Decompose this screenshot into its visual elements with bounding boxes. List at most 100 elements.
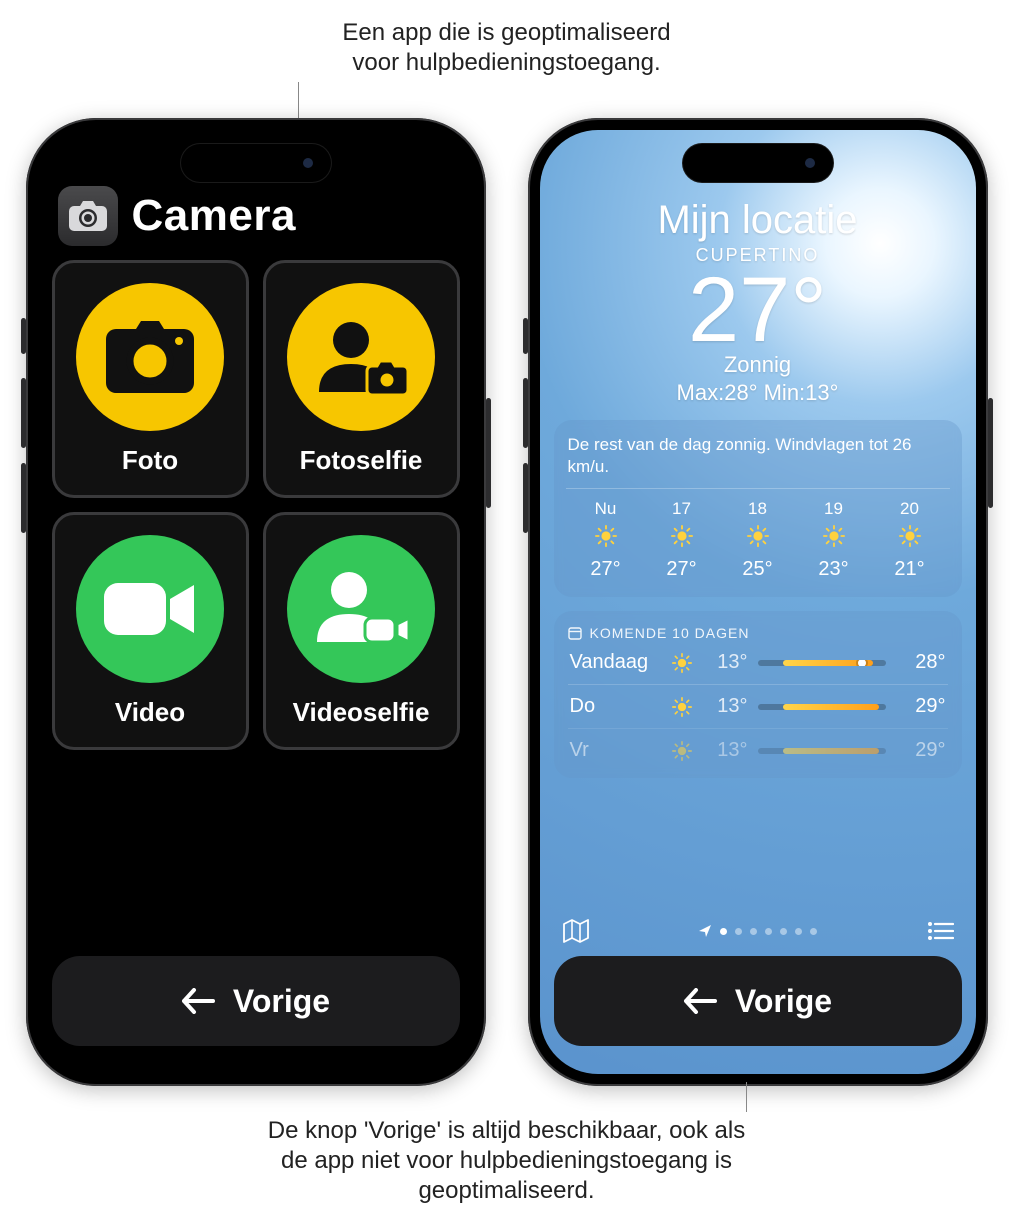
sun-icon	[595, 525, 617, 547]
hour-time: 17	[644, 499, 720, 519]
hour-cell: 17 27°	[644, 499, 720, 581]
temp-bar	[758, 704, 886, 710]
tile-label: Video	[115, 697, 185, 728]
side-button	[486, 398, 491, 508]
sun-icon	[671, 525, 693, 547]
sun-icon	[672, 697, 692, 717]
camera-app-icon	[58, 186, 118, 246]
side-button	[21, 318, 26, 354]
temp-bar	[758, 748, 886, 754]
hour-temp: 27°	[644, 558, 720, 581]
leader-line-bottom	[746, 1082, 747, 1112]
hourly-summary: De rest van de dag zonnig. Windvlagen to…	[568, 434, 948, 478]
day-high: 29°	[896, 695, 946, 718]
day-low: 13°	[702, 739, 748, 762]
arrow-left-icon	[683, 988, 717, 1014]
tile-foto[interactable]: Foto	[52, 260, 249, 498]
weather-background: Mijn locatie CUPERTINO 27° Zonnig Max:28…	[540, 130, 976, 1074]
temp-range: Max:28° Min:13°	[540, 380, 976, 406]
daily-row[interactable]: Vandaag 13° 28°	[568, 641, 948, 684]
back-label: Vorige	[233, 983, 330, 1020]
sun-icon	[747, 525, 769, 547]
weather-bottom-bar	[540, 918, 976, 944]
day-low: 13°	[702, 695, 748, 718]
day-label: Do	[570, 695, 662, 718]
hour-temp: 25°	[720, 558, 796, 581]
daily-title: KOMENDE 10 DAGEN	[568, 625, 948, 641]
page-dot	[765, 928, 772, 935]
camera-title: Camera	[132, 191, 296, 241]
page-dot	[735, 928, 742, 935]
page-dot	[810, 928, 817, 935]
sun-icon	[672, 741, 692, 761]
sun-icon	[899, 525, 921, 547]
tile-label: Fotoselfie	[300, 445, 423, 476]
sun-icon	[672, 653, 692, 673]
side-button	[21, 378, 26, 448]
tile-video[interactable]: Video	[52, 512, 249, 750]
sun-icon	[823, 525, 845, 547]
callout-top: Een app die is geoptimaliseerdvoor hulpb…	[0, 18, 1013, 78]
hour-temp: 23°	[796, 558, 872, 581]
current-condition: Zonnig	[540, 352, 976, 378]
daily-row[interactable]: Do 13° 29°	[568, 684, 948, 728]
hour-time: 19	[796, 499, 872, 519]
divider	[566, 488, 950, 489]
page-dot	[720, 928, 727, 935]
map-icon[interactable]	[562, 918, 590, 944]
location-arrow-icon	[698, 924, 712, 938]
temp-bar	[758, 660, 886, 666]
daily-rows: Vandaag 13° 28° Do 13° 29° Vr	[568, 641, 948, 772]
screen-weather-app: Mijn locatie CUPERTINO 27° Zonnig Max:28…	[540, 130, 976, 1074]
side-button	[523, 378, 528, 448]
callout-bottom: De knop 'Vorige' is altijd beschikbaar, …	[0, 1116, 1013, 1206]
arrow-left-icon	[181, 988, 215, 1014]
side-button	[21, 463, 26, 533]
leader-line-top	[298, 82, 299, 118]
tile-label: Videoselfie	[293, 697, 430, 728]
tile-label: Foto	[122, 445, 178, 476]
hour-temp: 21°	[872, 558, 948, 581]
back-label: Vorige	[735, 983, 832, 1020]
hourly-row: Nu 27°17 27°18 25°19	[568, 499, 948, 581]
hour-cell: 20 21°	[872, 499, 948, 581]
phone-right: Mijn locatie CUPERTINO 27° Zonnig Max:28…	[528, 118, 988, 1086]
page-dot	[780, 928, 787, 935]
daily-panel[interactable]: KOMENDE 10 DAGEN Vandaag 13° 28° Do 13	[554, 611, 962, 778]
day-low: 13°	[702, 651, 748, 674]
callout-top-text: Een app die is geoptimaliseerdvoor hulpb…	[342, 19, 670, 76]
tile-fotoselfie[interactable]: Fotoselfie	[263, 260, 460, 498]
daily-row[interactable]: Vr 13° 29°	[568, 728, 948, 772]
list-icon[interactable]	[926, 920, 954, 942]
dynamic-island	[181, 144, 331, 182]
hour-cell: 18 25°	[720, 499, 796, 581]
location-title: Mijn locatie	[540, 198, 976, 243]
hour-time: Nu	[568, 499, 644, 519]
hour-time: 18	[720, 499, 796, 519]
page-dot	[795, 928, 802, 935]
tile-videoselfie[interactable]: Videoselfie	[263, 512, 460, 750]
back-button[interactable]: Vorige	[554, 956, 962, 1046]
page-dots[interactable]	[698, 924, 817, 938]
hour-temp: 27°	[568, 558, 644, 581]
day-label: Vandaag	[570, 651, 662, 674]
hour-time: 20	[872, 499, 948, 519]
screen-camera-app: Camera Foto	[38, 130, 474, 1074]
day-label: Vr	[570, 739, 662, 762]
dynamic-island	[683, 144, 833, 182]
hourly-panel[interactable]: De rest van de dag zonnig. Windvlagen to…	[554, 420, 962, 597]
current-temp: 27°	[540, 264, 976, 356]
hour-cell: 19 23°	[796, 499, 872, 581]
selfie-video-icon	[287, 535, 435, 683]
side-button	[523, 463, 528, 533]
day-high: 28°	[896, 651, 946, 674]
side-button	[523, 318, 528, 354]
callout-bottom-text: De knop 'Vorige' is altijd beschikbaar, …	[268, 1117, 745, 1204]
side-button	[988, 398, 993, 508]
selfie-photo-icon	[287, 283, 435, 431]
back-button[interactable]: Vorige	[52, 956, 460, 1046]
daily-title-text: KOMENDE 10 DAGEN	[590, 625, 750, 641]
calendar-icon	[568, 626, 582, 640]
camera-grid: Foto	[38, 252, 474, 758]
phone-left: Camera Foto	[26, 118, 486, 1086]
